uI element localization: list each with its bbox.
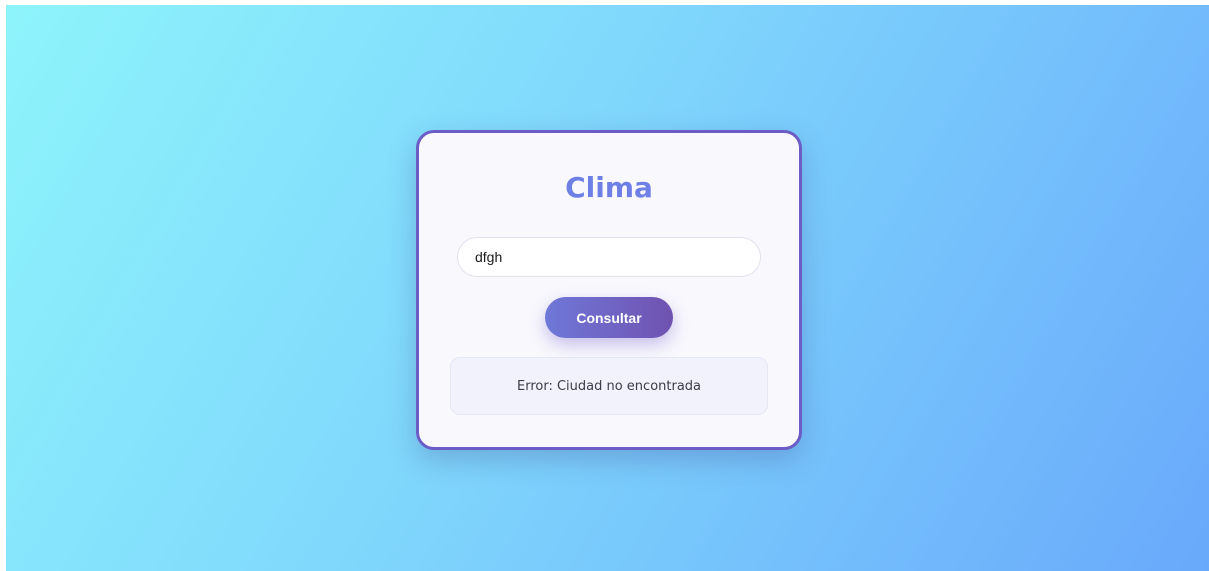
city-search-input[interactable]	[457, 237, 761, 277]
weather-card: Clima Consultar Error: Ciudad no encontr…	[416, 130, 802, 450]
result-panel: Error: Ciudad no encontrada	[450, 357, 768, 415]
page-title: Clima	[565, 171, 653, 204]
page-background: Clima Consultar Error: Ciudad no encontr…	[6, 5, 1209, 571]
consult-button[interactable]: Consultar	[545, 297, 673, 338]
error-message: Error: Ciudad no encontrada	[516, 378, 702, 394]
